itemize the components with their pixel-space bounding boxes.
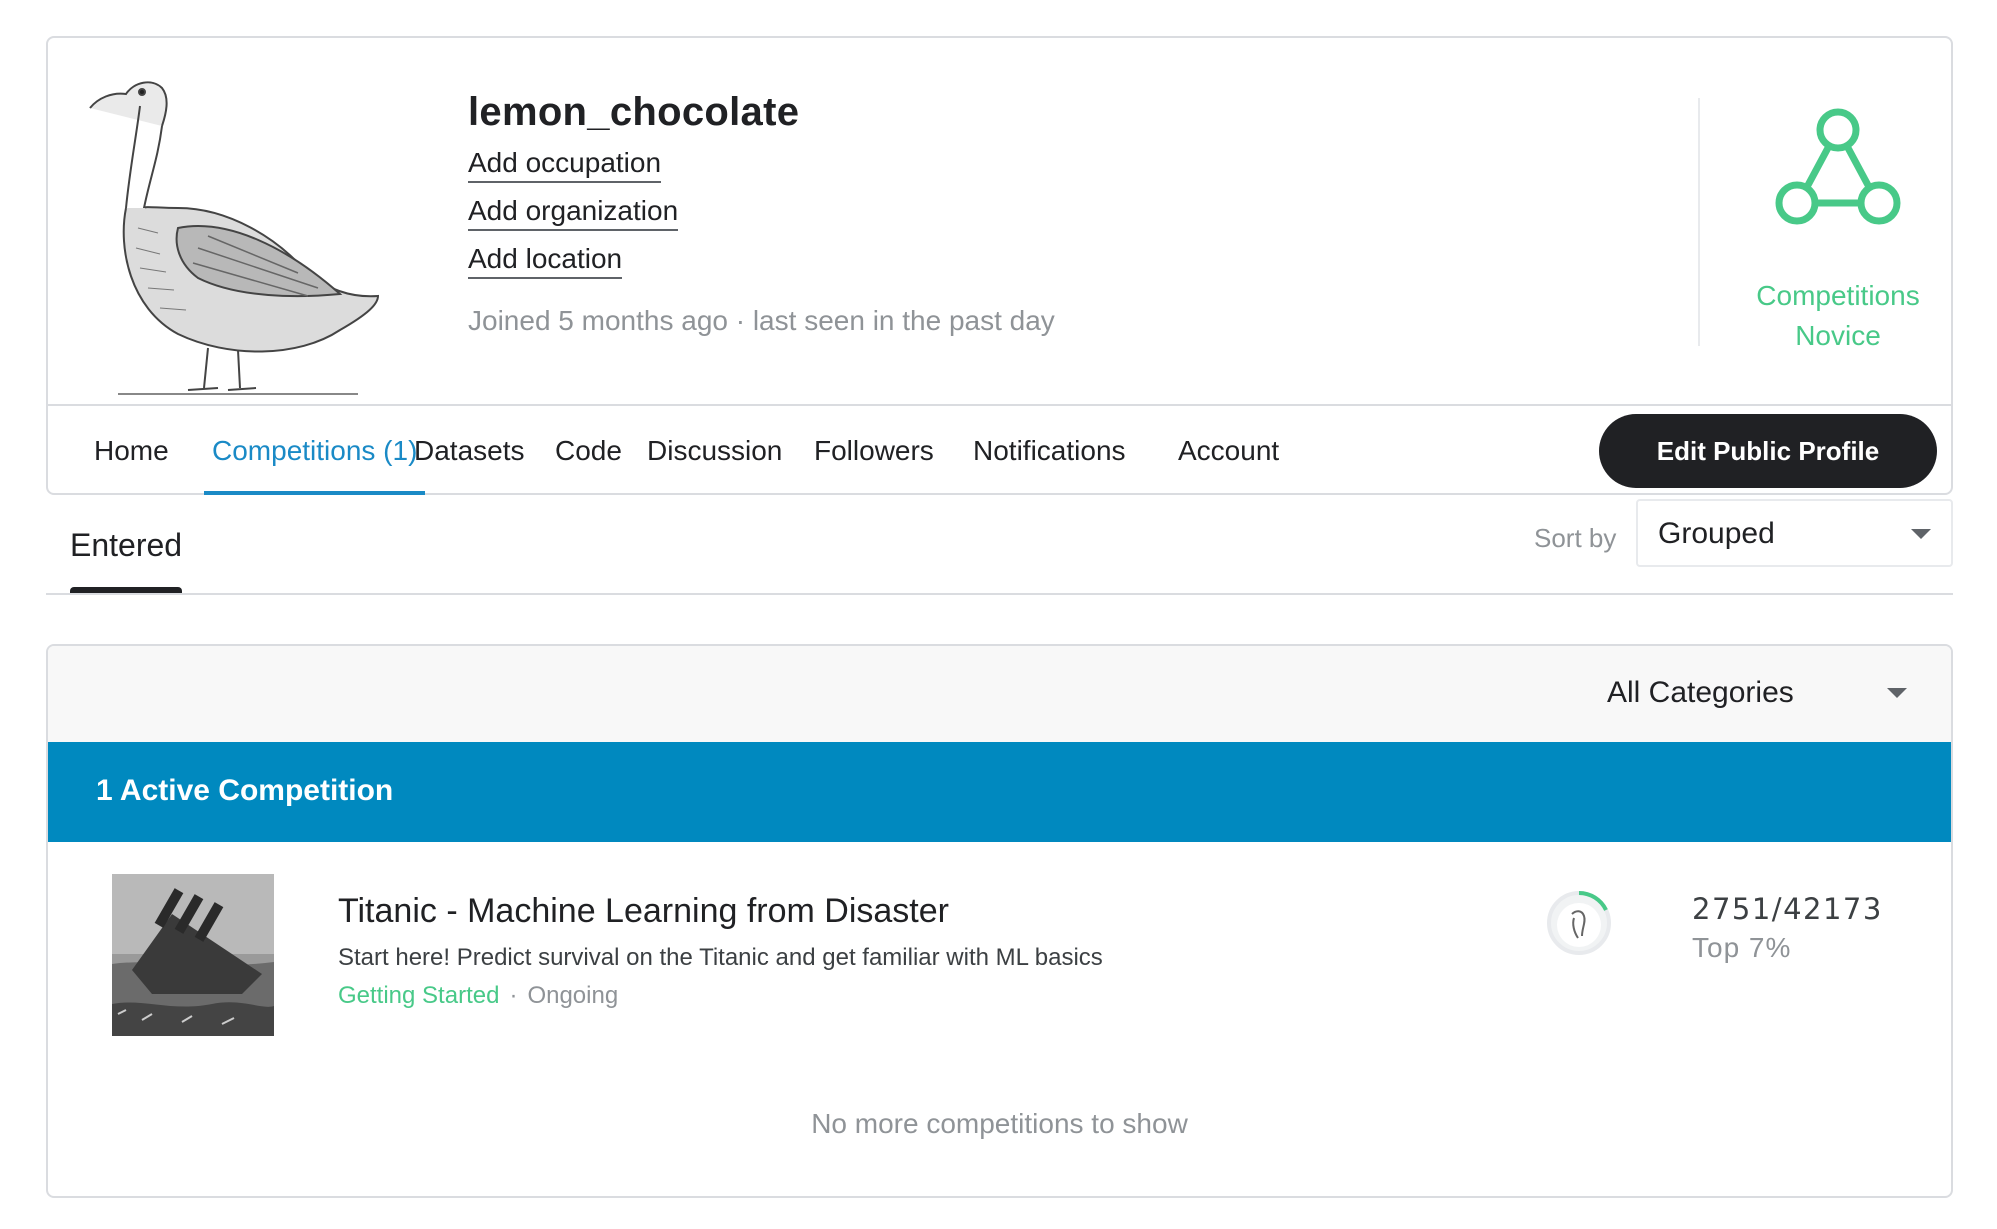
tier-category: Competitions	[1756, 280, 1920, 311]
add-occupation-link[interactable]: Add occupation	[468, 147, 662, 183]
joined-status: Joined 5 months ago · last seen in the p…	[468, 305, 1055, 336]
username: lemon_chocolate	[468, 90, 800, 134]
profile-nav: Home Competitions (1) Datasets Code Disc…	[48, 404, 1951, 497]
avatar[interactable]	[78, 58, 398, 398]
goose-avatar-icon	[89, 81, 380, 395]
subtab-bar: Entered Sort by Grouped	[46, 495, 1953, 595]
competition-meta: Getting Started · Ongoing	[338, 982, 618, 1010]
tier-network-icon	[1775, 108, 1901, 225]
competition-thumbnail	[112, 874, 274, 1036]
tab-competitions[interactable]: Competitions (1)	[204, 406, 426, 495]
meta-separator: ·	[509, 982, 518, 1009]
profile-header: lemon_chocolate Add occupation Add organ…	[48, 38, 1951, 404]
titanic-image-icon	[112, 874, 274, 1036]
tab-followers[interactable]: Followers	[806, 406, 942, 495]
add-location-link[interactable]: Add location	[468, 243, 623, 279]
empty-list-message: No more competitions to show	[811, 1108, 1188, 1139]
active-competitions-header: 1 Active Competition	[48, 742, 1951, 842]
active-competitions-title: 1 Active Competition	[96, 774, 394, 807]
chevron-down-icon	[1911, 529, 1931, 539]
sort-value: Grouped	[1658, 517, 1775, 550]
competition-description: Start here! Predict survival on the Tita…	[338, 944, 1103, 971]
rank-progress-ring	[1544, 888, 1614, 958]
list-header: All Categories	[48, 646, 1951, 744]
profile-card: lemon_chocolate Add occupation Add organ…	[46, 36, 1953, 495]
competition-list: All Categories 1 Active Competition Tita…	[46, 644, 1953, 1198]
goose-avatar-small-icon	[1547, 891, 1611, 955]
competition-category: Getting Started	[338, 982, 500, 1009]
chevron-down-icon	[1887, 688, 1907, 698]
tab-notifications[interactable]: Notifications	[965, 406, 1134, 495]
tab-account[interactable]: Account	[1170, 406, 1287, 495]
tier-level: Novice	[1795, 320, 1881, 351]
edit-public-profile-button[interactable]: Edit Public Profile	[1599, 414, 1937, 488]
tab-datasets[interactable]: Datasets	[406, 406, 533, 495]
tier-divider	[1698, 98, 1700, 346]
tab-discussion[interactable]: Discussion	[639, 406, 790, 495]
tab-code[interactable]: Code	[547, 406, 630, 495]
user-info: lemon_chocolate Add occupation Add organ…	[468, 90, 1055, 337]
competition-title[interactable]: Titanic - Machine Learning from Disaster	[338, 892, 949, 931]
tier-label: Competitions Novice	[1728, 276, 1948, 356]
category-filter-dropdown[interactable]: All Categories	[1607, 670, 1907, 718]
tab-entered[interactable]: Entered	[70, 495, 183, 593]
list-item[interactable]: Titanic - Machine Learning from Disaster…	[48, 842, 1951, 1062]
competition-status: Ongoing	[527, 982, 619, 1009]
sort-dropdown[interactable]: Grouped	[1636, 499, 1953, 567]
add-organization-link[interactable]: Add organization	[468, 195, 679, 231]
competitions-tier[interactable]: Competitions Novice	[1728, 108, 1948, 356]
competition-rank: 2751/42173	[1692, 892, 1883, 926]
competition-top-percent: Top 7%	[1692, 932, 1792, 963]
category-filter-value: All Categories	[1607, 676, 1794, 709]
tab-home[interactable]: Home	[86, 406, 177, 495]
sort-label: Sort by	[1534, 523, 1617, 553]
